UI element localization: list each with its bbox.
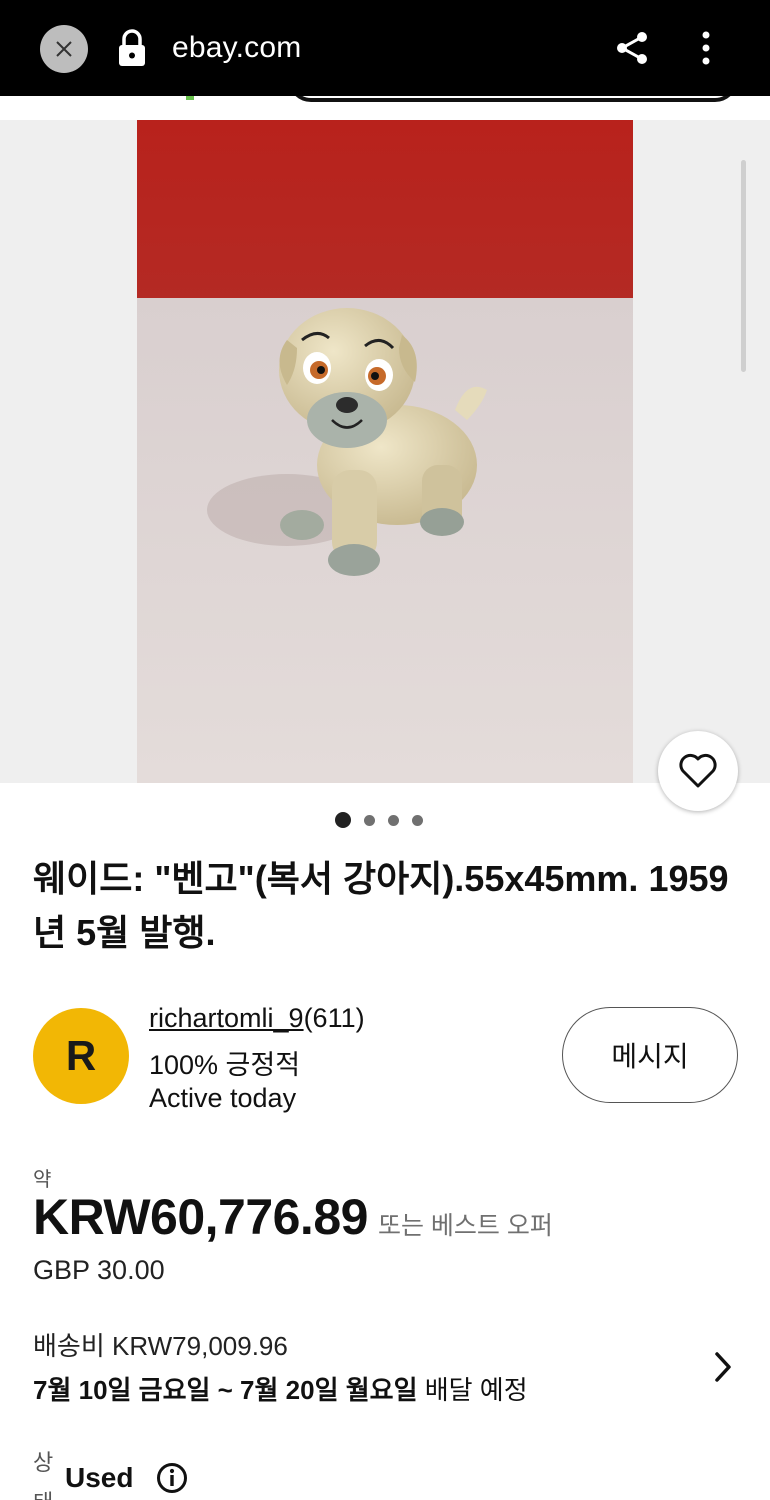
price-row: KRW60,776.89 또는 베스트 오퍼	[33, 1188, 553, 1246]
search-bar[interactable]	[288, 96, 738, 102]
seller-username-link[interactable]: richartomli_9	[149, 1003, 304, 1033]
pagination-dot[interactable]	[412, 814, 423, 826]
dog-figurine-photo	[137, 120, 633, 783]
pagination-dot[interactable]	[388, 814, 399, 826]
pagination-dot[interactable]	[364, 814, 375, 826]
item-title: 웨이드: "벤고"(복서 강아지).55x45mm. 1959년 5월 발행.	[33, 858, 729, 953]
best-offer-label: 또는 베스트 오퍼	[377, 1212, 553, 1240]
seller-feedback-count: (611)	[303, 1003, 365, 1033]
delivery-estimate[interactable]: 7월 10일 금요일 ~ 7월 20일 월요일 배달 예정	[33, 1370, 528, 1407]
page-header-peek	[0, 96, 770, 120]
delivery-dates: 7월 10일 금요일 ~ 7월 20일 월요일	[33, 1375, 418, 1405]
gallery-scrollbar[interactable]	[741, 160, 746, 372]
image-pagination	[335, 812, 423, 828]
delivery-suffix: 배달 예정	[417, 1375, 528, 1405]
original-price: GBP 30.00	[33, 1255, 165, 1285]
more-vertical-icon[interactable]	[694, 28, 718, 68]
seller-positive-feedback: 100% 긍정적	[149, 1050, 301, 1080]
shipping-cost[interactable]: 배송비 KRW79,009.96	[33, 1326, 288, 1363]
condition-value: Used	[65, 1462, 134, 1493]
product-image[interactable]	[137, 120, 633, 783]
info-icon[interactable]	[156, 1462, 188, 1494]
image-gallery[interactable]	[0, 120, 770, 783]
chevron-right-icon[interactable]	[710, 1350, 736, 1384]
browser-toolbar: ebay.com	[0, 0, 770, 96]
heart-icon	[679, 753, 717, 788]
message-seller-button[interactable]: 메시지	[562, 1007, 738, 1103]
close-icon	[56, 41, 72, 57]
logo-fragment	[186, 96, 194, 100]
seller-avatar[interactable]: R	[33, 1008, 129, 1104]
close-tab-button[interactable]	[40, 25, 88, 73]
lock-icon	[119, 29, 145, 66]
watchlist-button[interactable]	[658, 731, 738, 811]
item-price: KRW60,776.89	[33, 1189, 368, 1245]
share-icon[interactable]	[614, 30, 650, 66]
seller-activity-status: Active today	[149, 1083, 297, 1113]
seller-name[interactable]: richartomli_9(611)	[149, 1003, 365, 1034]
pagination-dot[interactable]	[335, 812, 351, 828]
url-bar[interactable]: ebay.com	[172, 31, 301, 65]
condition-label: 상태	[33, 1450, 54, 1500]
